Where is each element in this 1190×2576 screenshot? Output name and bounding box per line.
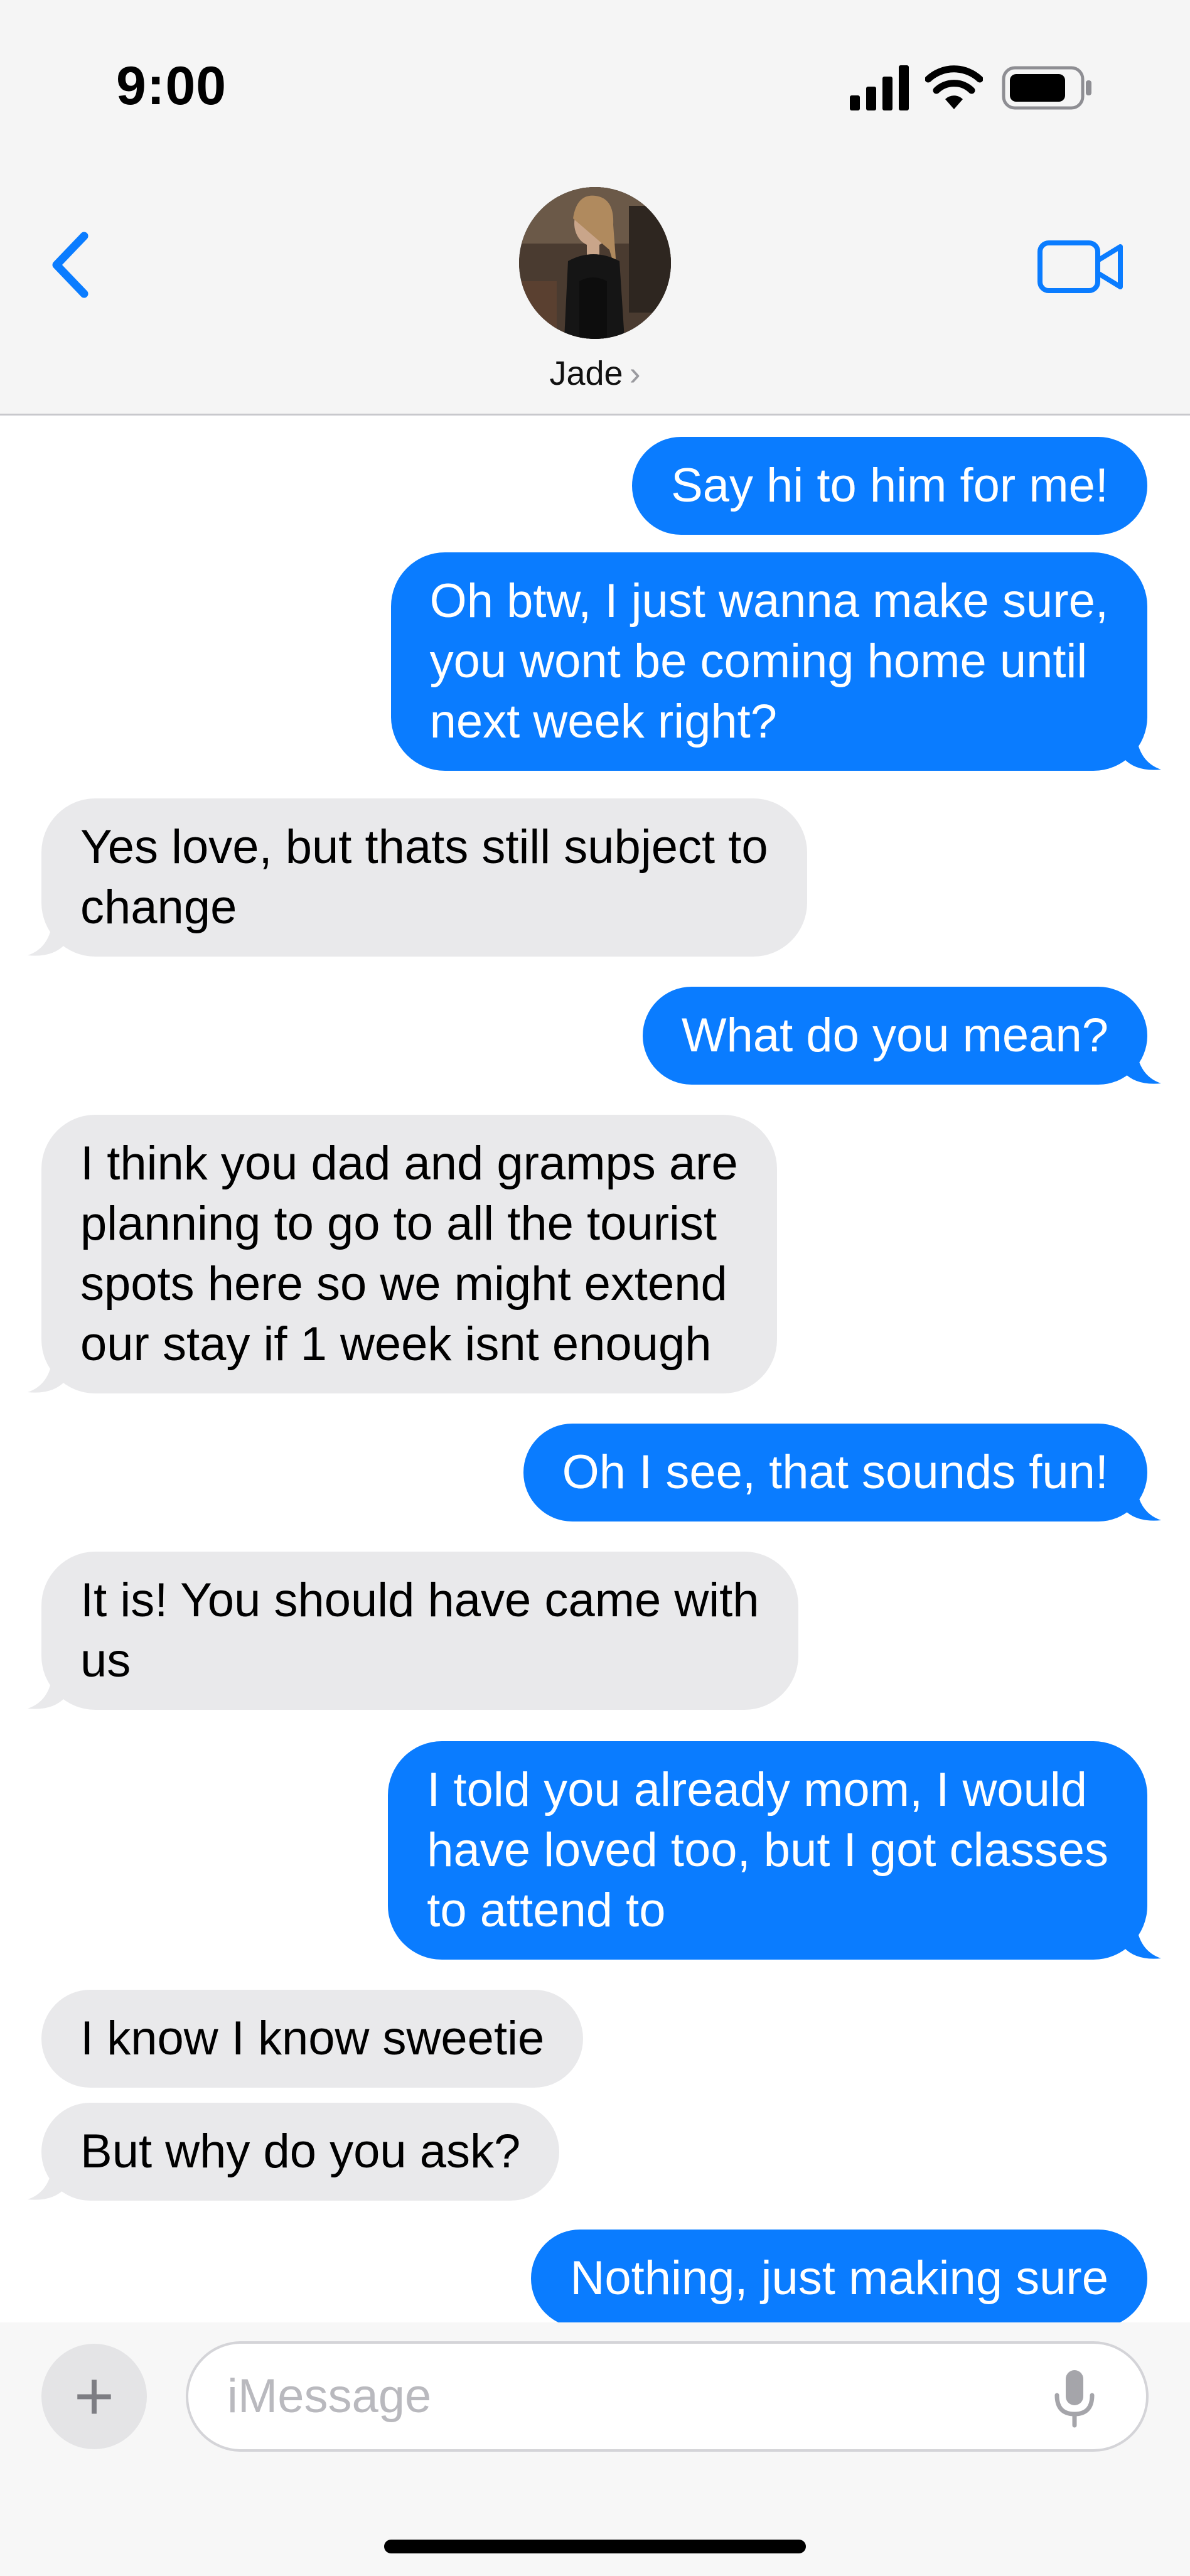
message-bubble-received[interactable]: Yes love, but thats still subject to cha… (28, 798, 807, 957)
message-bubble-sent[interactable]: I told you already mom, I would have lov… (388, 1741, 1161, 1960)
status-icons (849, 64, 1093, 114)
message-line: have loved too, but I got classes (427, 1823, 1108, 1877)
message-text: Nothing, just making sure (570, 2251, 1108, 2305)
home-indicator[interactable] (384, 2540, 806, 2553)
status-time: 9:00 (116, 56, 227, 116)
message-line: you wont be coming home until (429, 635, 1088, 688)
message-line: I told you already mom, I would (427, 1763, 1088, 1817)
cellular-signal-icon (850, 65, 909, 110)
message-bubble-received[interactable]: I think you dad and gramps are planning … (28, 1115, 777, 1393)
message-bubble-sent[interactable]: Say hi to him for me! (632, 437, 1147, 535)
bubble-tail (28, 2163, 65, 2200)
message-bubble-received[interactable]: But why do you ask? (28, 2103, 560, 2201)
add-attachment-button[interactable]: + (41, 2344, 147, 2449)
message-bubble-sent[interactable]: Oh btw, I just wanna make sure, you wont… (390, 552, 1161, 771)
message-composer: + iMessage (0, 2322, 1190, 2576)
message-text: Say hi to him for me! (671, 459, 1108, 512)
video-call-button[interactable] (1037, 235, 1125, 298)
imessage-input[interactable]: iMessage (186, 2341, 1149, 2452)
message-text: But why do you ask? (80, 2125, 521, 2178)
bubble-tail (1123, 1047, 1161, 1084)
plus-icon: + (73, 2358, 115, 2435)
back-button[interactable] (45, 227, 102, 303)
contact-avatar[interactable] (519, 187, 671, 339)
imessage-placeholder: iMessage (227, 2369, 432, 2423)
message-line: Yes love, but thats still subject to (80, 820, 768, 874)
contact-name-button[interactable]: Jade › (0, 352, 1190, 395)
message-line: next week right? (429, 695, 778, 748)
wifi-icon (925, 65, 983, 109)
bubble-tail (28, 1672, 65, 1709)
message-line: I think you dad and gramps are (80, 1137, 738, 1190)
message-line: planning to go to all the tourist (80, 1197, 717, 1250)
message-line: to attend to (427, 1884, 666, 1937)
message-line: change (80, 881, 237, 934)
message-text: What do you mean? (681, 1009, 1108, 1062)
messages-screen: 9:00 Jade › Say hi to him for me! Oh btw… (0, 0, 1190, 2576)
message-bubble-received[interactable]: I know I know sweetie (41, 1990, 584, 2088)
message-text: Oh I see, that sounds fun! (562, 1446, 1108, 1499)
bubble-tail (1123, 1922, 1161, 1959)
contact-name: Jade (549, 355, 623, 392)
chevron-right-icon: › (629, 355, 641, 392)
message-bubble-sent[interactable]: Nothing, just making sure (531, 2230, 1147, 2327)
bubble-tail (28, 919, 65, 956)
bubble-tail (1123, 1484, 1161, 1521)
conversation-header: 9:00 Jade › (0, 0, 1190, 416)
message-line: It is! You should have came with (80, 1574, 759, 1627)
message-line: spots here so we might extend (80, 1257, 727, 1311)
message-bubble-sent[interactable]: What do you mean? (642, 987, 1161, 1085)
message-line: us (80, 1634, 131, 1687)
chevron-left-icon (52, 232, 88, 298)
battery-icon (1002, 66, 1091, 110)
video-camera-icon (1037, 240, 1123, 293)
message-text: I know I know sweetie (80, 2012, 545, 2065)
bubble-tail (28, 1356, 65, 1393)
message-line: our stay if 1 week isnt enough (80, 1318, 712, 1371)
bubble-tail (1123, 733, 1161, 770)
message-line: Oh btw, I just wanna make sure, (429, 574, 1108, 628)
microphone-icon[interactable] (1052, 2368, 1097, 2428)
message-bubble-sent[interactable]: Oh I see, that sounds fun! (523, 1424, 1161, 1521)
message-bubble-received[interactable]: It is! You should have came with us (28, 1552, 798, 1710)
